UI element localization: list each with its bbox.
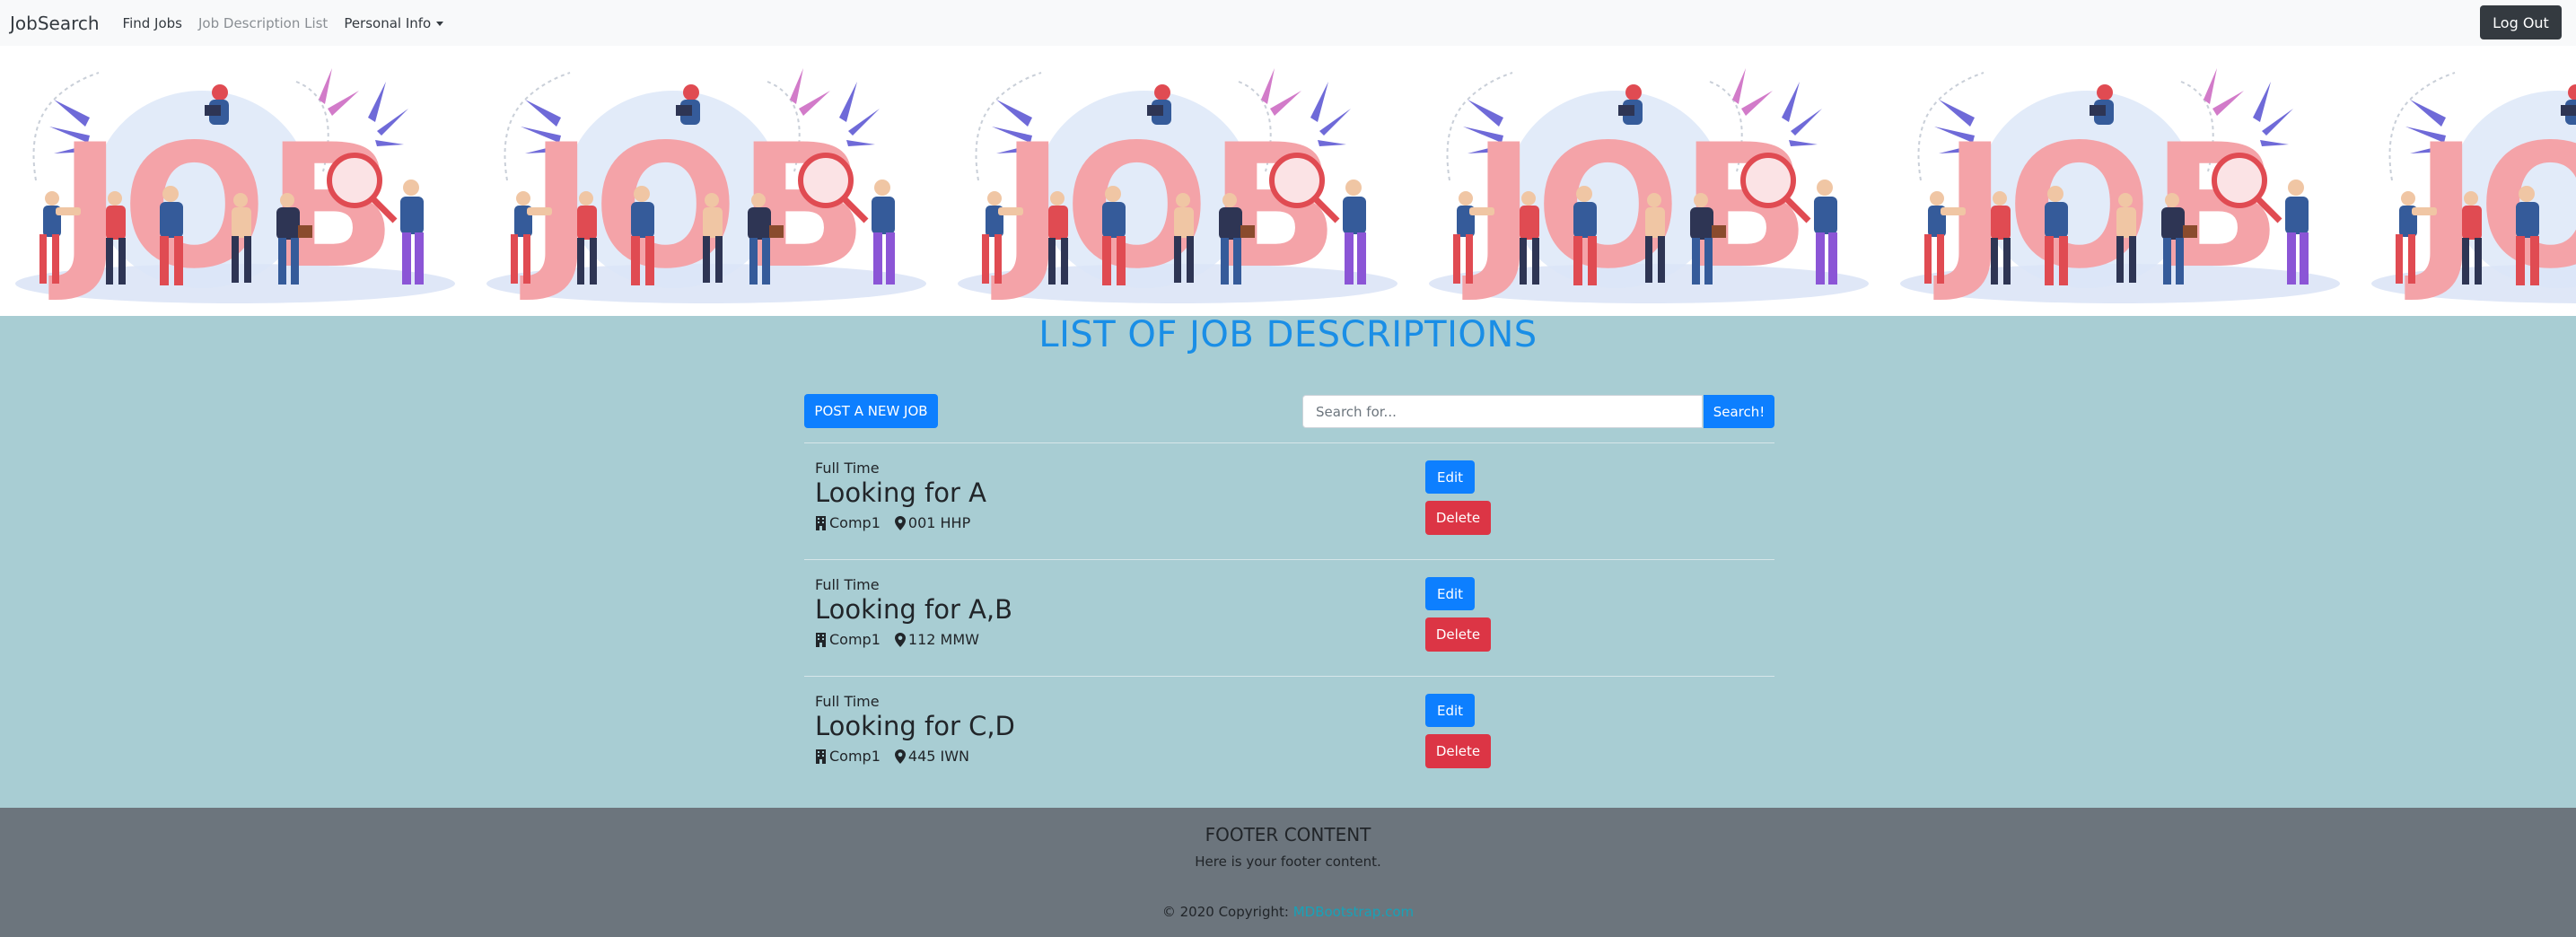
location-pin-icon: [894, 632, 906, 647]
job-meta: Comp1 445 IWN: [815, 748, 969, 765]
page-title: LIST OF JOB DESCRIPTIONS: [1038, 314, 1538, 355]
job-banner-image: JOB: [0, 46, 2576, 316]
footer: FOOTER CONTENT Here is your footer conte…: [0, 808, 2576, 937]
edit-button[interactable]: Edit: [1425, 460, 1475, 494]
building-icon: [816, 749, 826, 764]
banner-tile: [471, 46, 942, 316]
nav-personal-info-dropdown[interactable]: Personal Info: [344, 14, 444, 31]
footer-subtitle: Here is your footer content.: [1195, 854, 1381, 870]
job-meta: Comp1 001 HHP: [815, 514, 970, 531]
nav-find-jobs[interactable]: Find Jobs: [123, 15, 182, 31]
brand-logo[interactable]: JobSearch: [10, 13, 100, 34]
location-pin-icon: [894, 749, 906, 764]
footer-title: FOOTER CONTENT: [1205, 824, 1371, 845]
building-icon: [816, 515, 826, 530]
post-new-job-button[interactable]: POST A NEW JOB: [804, 394, 938, 428]
job-list-item: Full Time Looking for A Comp1 001 HHP Ed…: [804, 442, 1774, 559]
copyright-text: © 2020 Copyright:: [1161, 904, 1289, 920]
banner-tile: [942, 46, 1413, 316]
job-type: Full Time: [815, 460, 880, 477]
job-company: Comp1: [829, 631, 881, 648]
job-company: Comp1: [829, 514, 881, 531]
edit-button[interactable]: Edit: [1425, 694, 1475, 727]
location-pin-icon: [894, 515, 906, 530]
job-type: Full Time: [815, 693, 880, 710]
job-location: 112 MMW: [907, 631, 979, 648]
banner-tile: [1885, 46, 2355, 316]
job-location: 001 HHP: [907, 514, 971, 531]
delete-button[interactable]: Delete: [1425, 617, 1491, 652]
delete-button[interactable]: Delete: [1425, 501, 1491, 535]
search-button[interactable]: Search!: [1704, 395, 1774, 428]
nav-job-description-list[interactable]: Job Description List: [198, 15, 328, 31]
delete-button[interactable]: Delete: [1425, 734, 1491, 768]
job-title[interactable]: Looking for A,B: [815, 594, 1012, 625]
banner-tile: [0, 46, 470, 316]
nav-personal-info-label: Personal Info: [344, 14, 432, 31]
edit-button[interactable]: Edit: [1425, 577, 1475, 610]
search-input[interactable]: [1302, 395, 1703, 428]
job-type: Full Time: [815, 576, 880, 593]
job-title[interactable]: Looking for C,D: [815, 711, 1015, 741]
job-list-item: Full Time Looking for C,D Comp1 445 IWN …: [804, 676, 1774, 793]
banner-tile: [1414, 46, 1884, 316]
job-location: 445 IWN: [907, 748, 970, 765]
navbar: JobSearch Find Jobs Job Description List…: [0, 0, 2576, 46]
logout-button[interactable]: Log Out: [2480, 5, 2562, 39]
caret-down-icon: [436, 21, 444, 26]
job-meta: Comp1 112 MMW: [815, 631, 979, 648]
job-company: Comp1: [829, 748, 881, 765]
copyright-link[interactable]: MDBootstrap.com: [1293, 904, 1414, 920]
banner-tile: [2356, 46, 2576, 316]
copyright: © 2020 Copyright: MDBootstrap.com: [0, 904, 2576, 920]
job-list-item: Full Time Looking for A,B Comp1 112 MMW …: [804, 559, 1774, 676]
job-title[interactable]: Looking for A: [815, 477, 986, 508]
building-icon: [816, 632, 826, 647]
